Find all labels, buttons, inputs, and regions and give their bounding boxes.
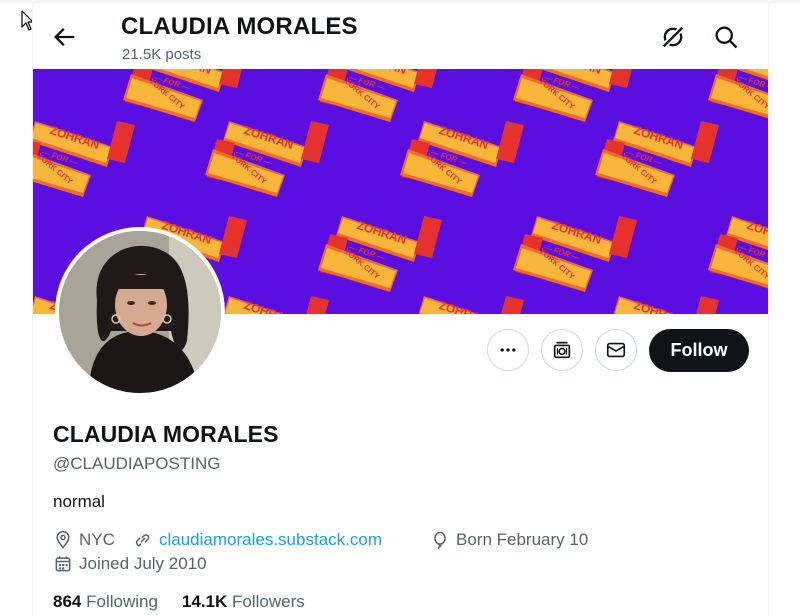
profile-header-bar: CLAUDIA MORALES 21.5K posts [33,3,768,69]
user-bio: normal [53,492,105,511]
user-handle: @CLAUDIAPOSTING [53,454,221,473]
search-icon[interactable] [712,23,740,51]
location-text: NYC [79,530,115,549]
avatar-photo [59,231,221,393]
back-arrow-icon[interactable] [51,23,79,51]
following-stat[interactable]: 864 Following [53,592,158,612]
calendar-icon [55,556,71,572]
birthday-text: Born February 10 [456,530,589,549]
header-post-count: 21.5K posts [122,46,202,63]
profile-avatar[interactable] [55,227,225,397]
birthday-item: Born February 10 [430,530,588,550]
location-item: NYC [53,530,115,550]
subscribe-button[interactable] [541,329,583,371]
website-link[interactable]: claudiamorales.substack.com [159,530,382,550]
following-count: 864 [53,592,82,611]
balloon-icon [434,531,446,550]
subscribe-icon [553,341,571,359]
location-pin-icon [56,530,70,549]
header-title: CLAUDIA MORALES [121,13,358,40]
more-horizontal-icon [500,348,516,352]
website-item: claudiamorales.substack.com [133,530,382,550]
joined-item: Joined July 2010 [53,554,207,574]
followers-stat[interactable]: 14.1K Followers [182,592,305,612]
profile-column: CLAUDIA MORALES 21.5K posts Follow CLAUD… [32,3,769,615]
following-label: Following [86,592,158,611]
followers-count: 14.1K [181,592,228,611]
followers-label: Followers [232,592,305,611]
follow-button[interactable]: Follow [649,329,749,372]
link-icon [135,534,150,547]
display-name: CLAUDIA MORALES [53,421,279,447]
message-button[interactable] [595,329,637,371]
follow-stats: 864 Following 14.1K Followers [53,592,305,612]
more-options-button[interactable] [487,329,529,371]
envelope-icon [606,342,626,358]
joined-text: Joined July 2010 [79,554,207,573]
grok-icon[interactable] [659,23,687,51]
